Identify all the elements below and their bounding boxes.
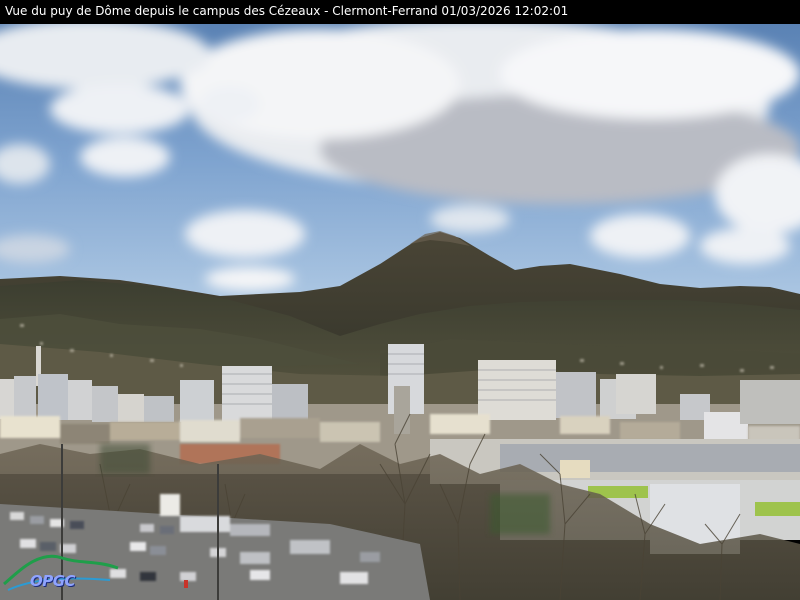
- webcam-image: [0, 24, 800, 600]
- caption-text: Vue du puy de Dôme depuis le campus des …: [5, 4, 569, 18]
- opgc-logo-text: OPGC: [30, 572, 76, 590]
- caption-bar: Vue du puy de Dôme depuis le campus des …: [0, 0, 800, 24]
- webcam-frame: Vue du puy de Dôme depuis le campus des …: [0, 0, 800, 600]
